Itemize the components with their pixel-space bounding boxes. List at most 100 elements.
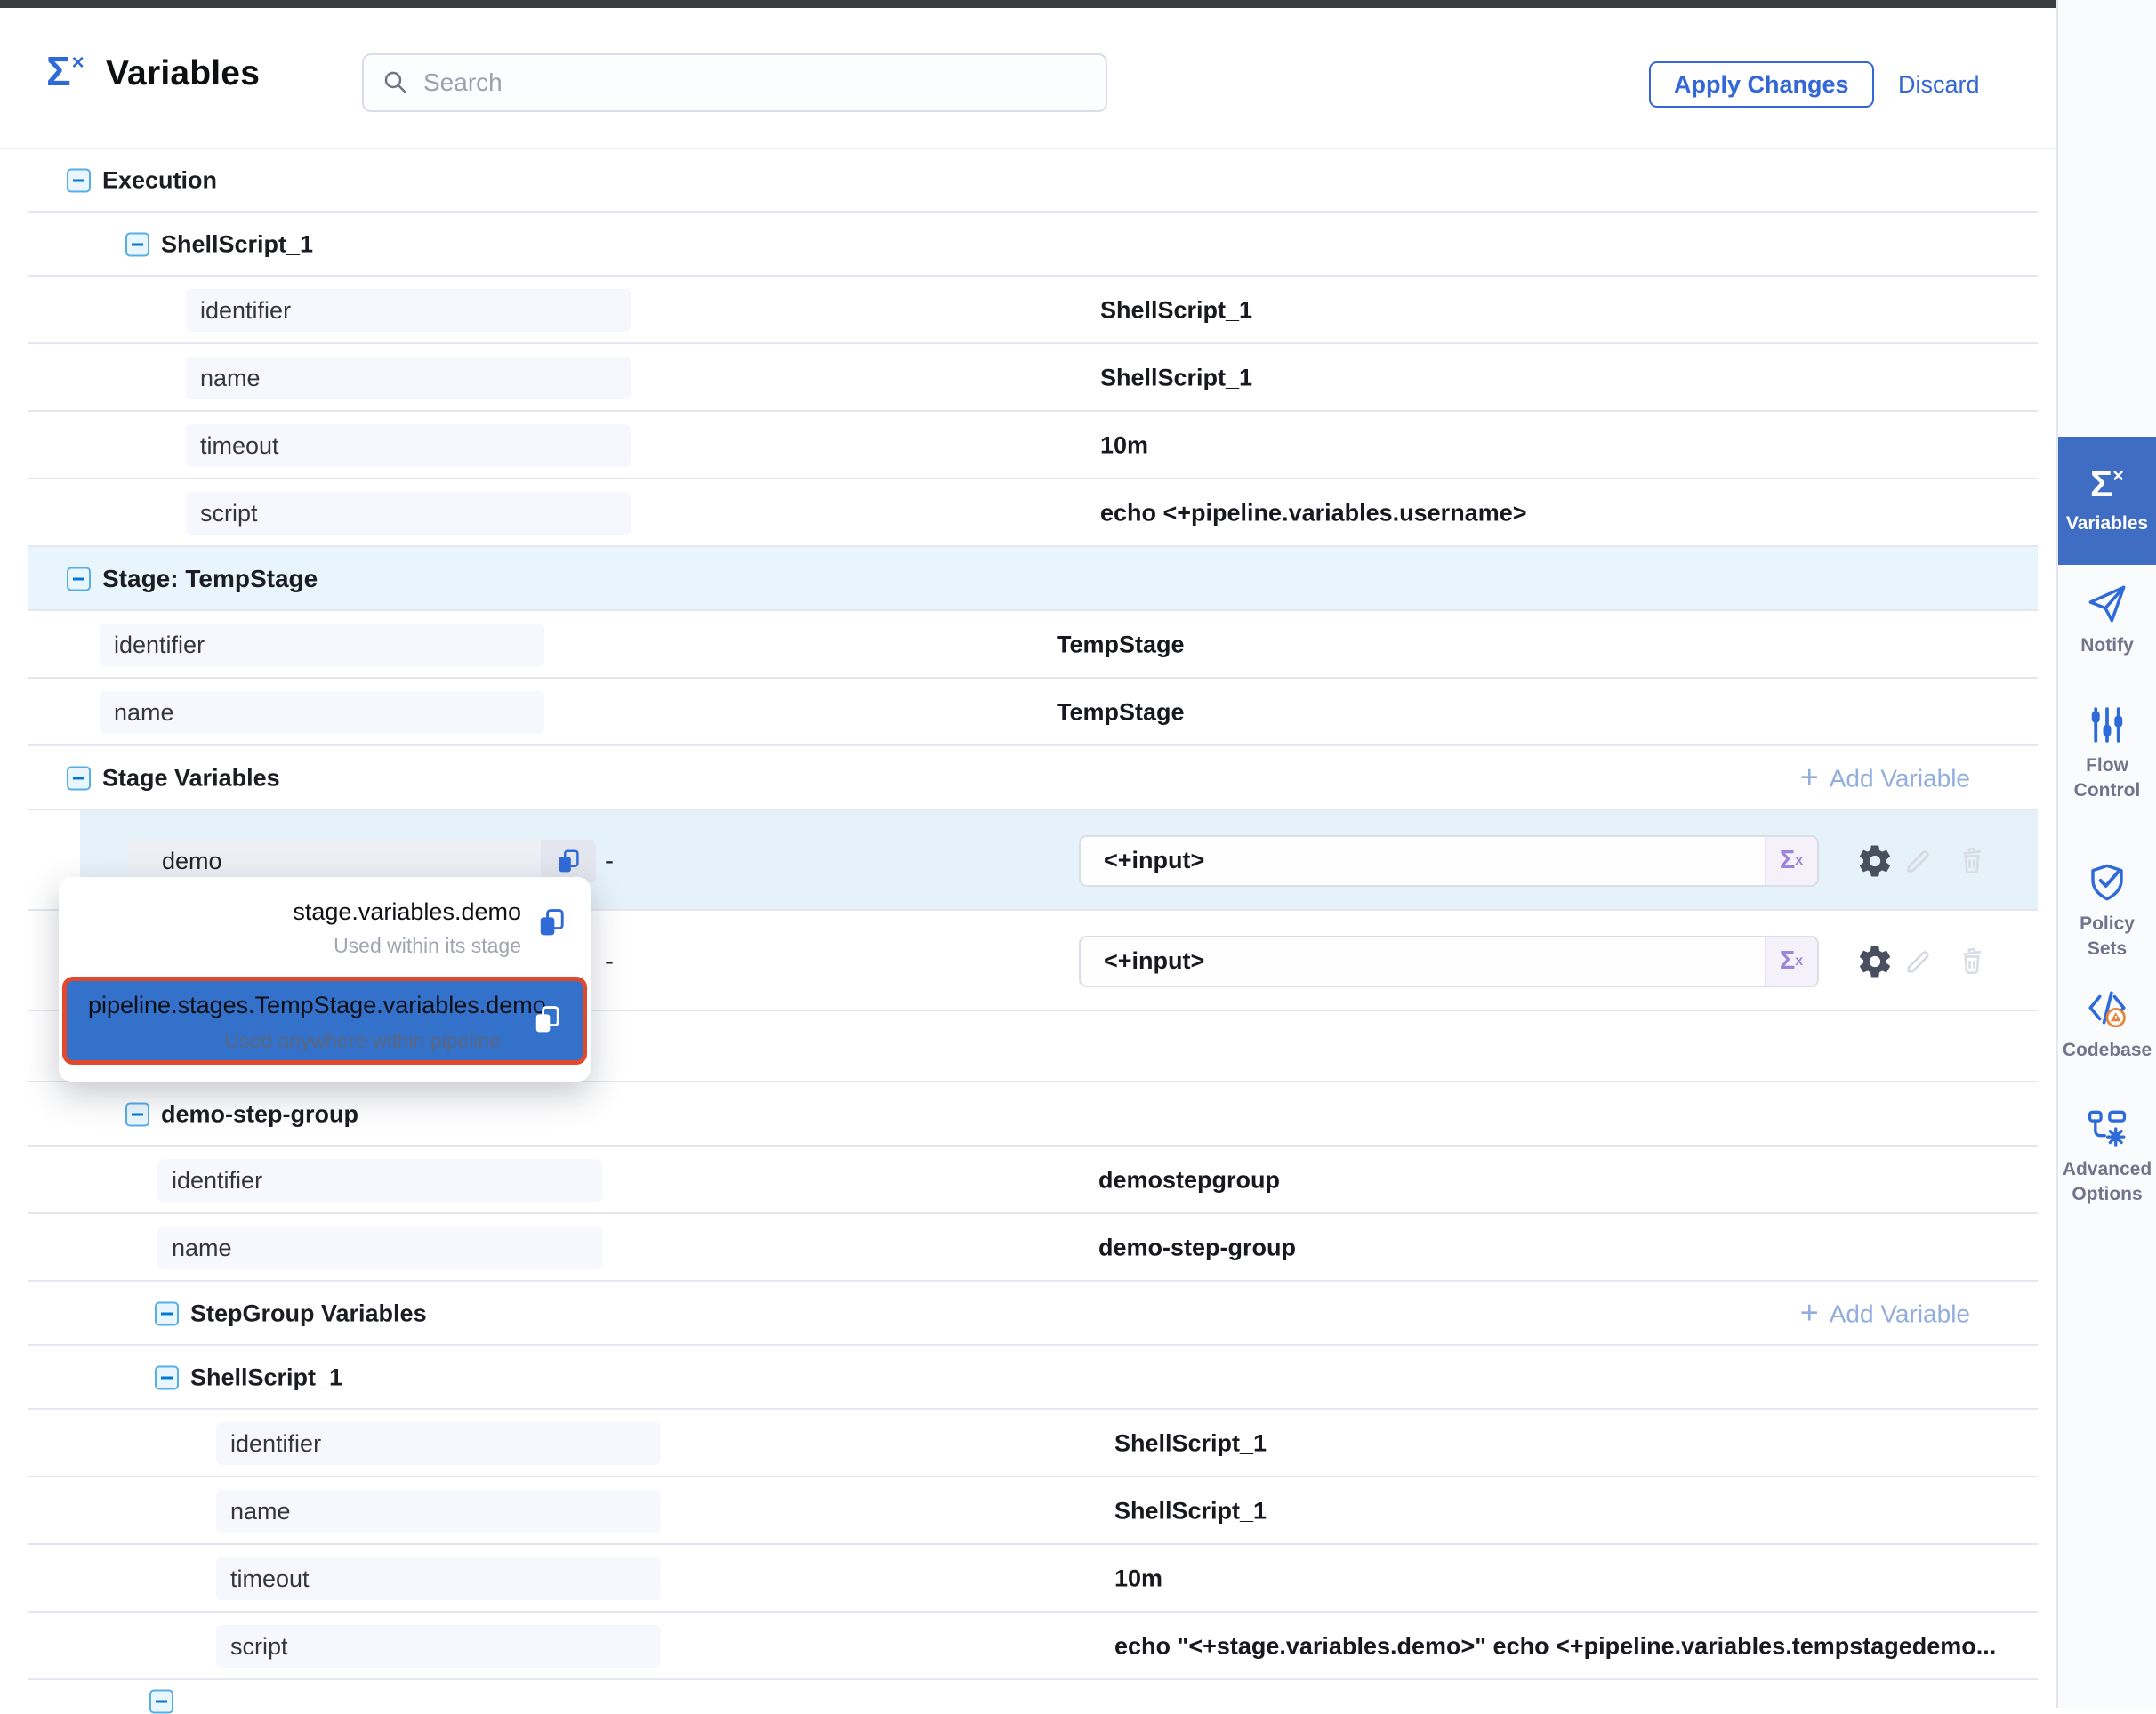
field-value: 10m [1114, 1565, 1162, 1593]
field-value: echo <+pipeline.variables.username> [1100, 500, 1527, 527]
sidebar-item-label: Codebase [2063, 1038, 2152, 1063]
variable-value-input[interactable]: <+input>Σx [1079, 936, 1819, 987]
search-placeholder: Search [423, 68, 503, 97]
field-row: name TempStage [0, 679, 2056, 746]
sidebar-item-notify[interactable]: Notify [2058, 583, 2156, 658]
add-variable-button[interactable]: +Add Variable [1800, 761, 1970, 796]
advanced-options-icon [2085, 1105, 2129, 1149]
settings-gear-icon[interactable] [1856, 842, 1894, 880]
collapse-toggle-icon[interactable] [67, 567, 91, 591]
sidebar-item-variables[interactable]: Σ×Variables [2058, 437, 2156, 565]
field-label: identifier [114, 632, 205, 659]
field-value: ShellScript_1 [1100, 297, 1252, 325]
field-label-pill: script [186, 492, 631, 535]
field-label: name [230, 1498, 291, 1525]
field-value: ShellScript_1 [1114, 1430, 1267, 1458]
collapse-toggle-icon[interactable] [155, 1366, 179, 1390]
apply-changes-button[interactable]: Apply Changes [1649, 61, 1874, 108]
variable-reference-popup: stage.variables.demo Used within its sta… [59, 877, 591, 1082]
discard-button[interactable]: Discard [1898, 61, 1980, 108]
delete-trash-icon[interactable] [1954, 944, 1990, 979]
delete-trash-icon[interactable] [1954, 843, 1990, 879]
sidebar-item-label: Notify [2080, 633, 2134, 658]
tree-group-row: demo-step-group [0, 1082, 2056, 1147]
stage-row-highlight [28, 547, 2038, 611]
field-label: identifier [200, 297, 291, 325]
field-label-pill: identifier [157, 1159, 602, 1202]
row [0, 1680, 2056, 1708]
collapse-toggle-icon[interactable] [67, 169, 91, 193]
runtime-input-sigma-button[interactable]: Σx [1765, 837, 1817, 885]
sidebar-item-label: Variables [2066, 511, 2148, 536]
field-label: timeout [230, 1565, 310, 1593]
variable-reference-description: Used anywhere within pipeline [224, 1029, 501, 1053]
field-label: identifier [172, 1167, 262, 1195]
field-row: script echo "<+stage.variables.demo>" ech… [0, 1613, 2056, 1680]
field-label: name [200, 365, 261, 392]
field-row: identifier ShellScript_1 [0, 1410, 2056, 1477]
field-row: script echo <+pipeline.variables.username… [0, 479, 2056, 547]
collapse-toggle-icon[interactable] [155, 1302, 179, 1326]
field-label-pill: script [216, 1625, 661, 1668]
group-label: Stage Variables [102, 765, 280, 793]
field-value: TempStage [1057, 699, 1185, 727]
variable-reference-label: stage.variables.demo [293, 898, 521, 926]
field-value: ShellScript_1 [1100, 365, 1252, 392]
field-label-pill: timeout [216, 1557, 661, 1600]
field-value: echo "<+stage.variables.demo>" echo <+pi… [1114, 1633, 1996, 1661]
field-label-pill: identifier [100, 624, 544, 666]
add-variable-label: Add Variable [1830, 764, 1970, 793]
collapse-toggle-icon[interactable] [125, 1103, 149, 1127]
field-label-pill: name [216, 1490, 661, 1533]
runtime-input-sigma-button[interactable]: Σx [1765, 937, 1817, 986]
required-dash: - [605, 846, 614, 876]
tree-group-row: Execution [0, 149, 2056, 213]
field-label-pill: identifier [216, 1422, 661, 1465]
popup-item-pipeline-scope-selected[interactable]: pipeline.stages.TempStage.variables.demo… [62, 977, 587, 1065]
field-label-pill: name [100, 691, 544, 734]
collapse-toggle-icon[interactable] [149, 1690, 173, 1714]
plus-icon: + [1800, 1294, 1819, 1332]
codebase-icon [2085, 986, 2129, 1030]
tree-group-row: Stage: TempStage [0, 547, 2056, 611]
search-input[interactable]: Search [362, 53, 1107, 112]
field-value: 10m [1100, 432, 1148, 460]
flow-control-icon [2087, 704, 2128, 745]
field-row: identifierdemostepgroup [0, 1147, 2056, 1214]
settings-gear-icon[interactable] [1856, 943, 1894, 980]
group-label: demo-step-group [161, 1101, 358, 1129]
field-row: namedemo-step-group [0, 1214, 2056, 1282]
policy-sets-icon [2086, 861, 2128, 904]
right-sidebar: Σ×Variables Notify FlowControl PolicySets Co… [2056, 0, 2156, 1708]
field-label-pill: name [157, 1227, 602, 1269]
field-label-pill: name [186, 357, 631, 399]
copy-icon[interactable] [534, 905, 569, 946]
field-value: ShellScript_1 [1114, 1498, 1267, 1525]
field-label: timeout [200, 432, 279, 460]
tree-group-row: StepGroup Variables+Add Variable [0, 1282, 2056, 1346]
variable-value: <+input> [1081, 947, 1765, 975]
sidebar-item-codebase[interactable]: Codebase [2058, 986, 2156, 1063]
add-variable-button[interactable]: +Add Variable [1800, 1297, 1970, 1332]
sidebar-item-flow-control[interactable]: FlowControl [2058, 704, 2156, 803]
edit-pencil-icon[interactable] [1901, 944, 1936, 979]
collapse-toggle-icon[interactable] [125, 233, 149, 257]
group-label: ShellScript_1 [190, 1364, 342, 1392]
variable-reference-description: Used within its stage [293, 934, 521, 958]
variable-value: <+input> [1081, 847, 1765, 874]
header: Σ× Variables Search Apply Changes Discar… [0, 8, 2056, 149]
variable-value-input[interactable]: <+input>Σx [1079, 835, 1819, 887]
edit-pencil-icon[interactable] [1901, 843, 1936, 879]
collapse-toggle-icon[interactable] [67, 767, 91, 791]
sidebar-item-policy-sets[interactable]: PolicySets [2058, 861, 2156, 962]
notify-icon [2086, 583, 2128, 625]
group-label: ShellScript_1 [161, 231, 313, 259]
field-label: name [172, 1235, 232, 1262]
tree-group-row: Stage Variables +Add Variable [0, 746, 2056, 810]
window-top-strip [0, 0, 2056, 8]
field-label: script [200, 500, 258, 527]
sidebar-item-label: FlowControl [2074, 753, 2141, 803]
field-row: timeout 10m [0, 1545, 2056, 1613]
sidebar-item-advanced-options[interactable]: AdvancedOptions [2058, 1105, 2156, 1207]
copy-icon[interactable] [529, 1002, 565, 1042]
